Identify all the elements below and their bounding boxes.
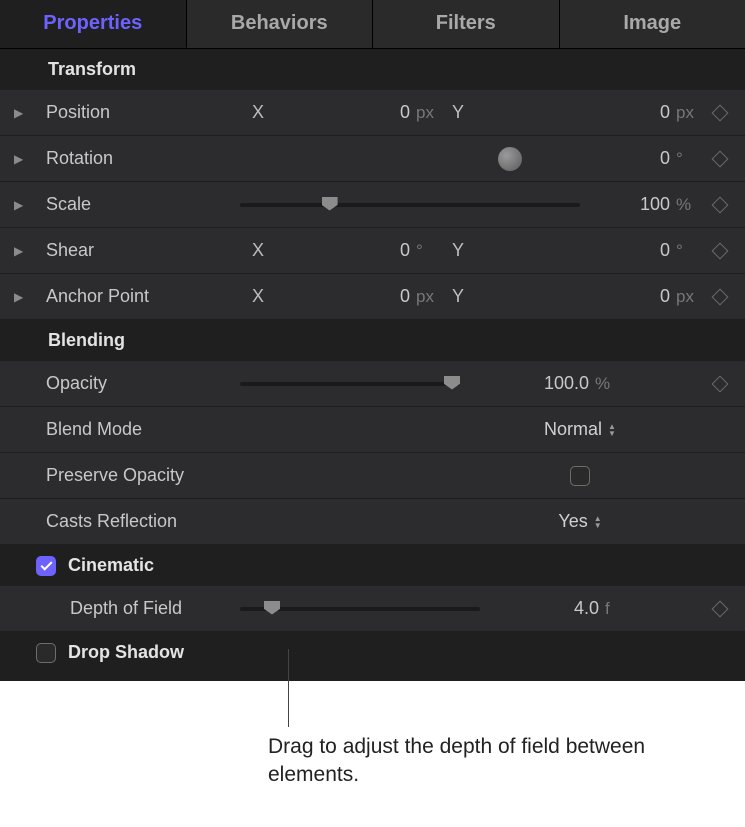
drop-shadow-label: Drop Shadow xyxy=(68,642,184,663)
axis-x-label: X xyxy=(240,240,270,261)
row-scale: ▶ Scale 100 % xyxy=(0,182,745,228)
opacity-field[interactable]: 100.0 % xyxy=(460,373,700,394)
anchor-label: Anchor Point xyxy=(40,286,240,307)
slider-thumb-icon[interactable] xyxy=(322,197,338,211)
keyframe-icon[interactable] xyxy=(712,196,729,213)
keyframe-icon[interactable] xyxy=(712,288,729,305)
slider-thumb-icon[interactable] xyxy=(264,601,280,615)
callout-annotation: Drag to adjust the depth of field betwee… xyxy=(0,681,745,801)
keyframe-icon[interactable] xyxy=(712,150,729,167)
stepper-icon: ▲▼ xyxy=(608,423,616,437)
section-drop-shadow-header: Drop Shadow xyxy=(0,632,745,673)
axis-x-label: X xyxy=(240,286,270,307)
position-label: Position xyxy=(40,102,240,123)
section-blending-header: Blending xyxy=(0,320,745,361)
preserve-opacity-label: Preserve Opacity xyxy=(40,465,240,486)
stepper-icon: ▲▼ xyxy=(594,515,602,529)
axis-y-label: Y xyxy=(440,102,470,123)
keyframe-icon[interactable] xyxy=(712,375,729,392)
scale-slider[interactable] xyxy=(240,195,580,215)
tab-image[interactable]: Image xyxy=(560,0,745,48)
shear-x-field[interactable]: 0 ° xyxy=(270,240,440,261)
axis-y-label: Y xyxy=(440,286,470,307)
scale-field[interactable]: 100 % xyxy=(580,194,700,215)
scale-label: Scale xyxy=(40,194,240,215)
keyframe-icon[interactable] xyxy=(712,104,729,121)
cinematic-label: Cinematic xyxy=(68,555,154,576)
row-opacity: Opacity 100.0 % xyxy=(0,361,745,407)
keyframe-icon[interactable] xyxy=(712,600,729,617)
axis-x-label: X xyxy=(240,102,270,123)
opacity-label: Opacity xyxy=(40,373,240,394)
callout-text: Drag to adjust the depth of field betwee… xyxy=(268,733,648,790)
keyframe-icon[interactable] xyxy=(712,242,729,259)
slider-thumb-icon[interactable] xyxy=(444,376,460,390)
row-blend-mode: Blend Mode Normal ▲▼ xyxy=(0,407,745,453)
blend-mode-label: Blend Mode xyxy=(40,419,240,440)
disclosure-icon[interactable]: ▶ xyxy=(14,198,40,212)
dof-label: Depth of Field xyxy=(40,598,240,619)
disclosure-icon[interactable]: ▶ xyxy=(14,106,40,120)
anchor-x-field[interactable]: 0 px xyxy=(270,286,440,307)
row-position: ▶ Position X 0 px Y 0 px xyxy=(0,90,745,136)
disclosure-icon[interactable]: ▶ xyxy=(14,244,40,258)
row-casts-reflection: Casts Reflection Yes ▲▼ xyxy=(0,499,745,545)
row-preserve-opacity: Preserve Opacity xyxy=(0,453,745,499)
cinematic-checkbox[interactable] xyxy=(36,556,56,576)
dof-slider[interactable] xyxy=(240,599,480,619)
axis-y-label: Y xyxy=(440,240,470,261)
rotation-field[interactable]: 0 ° xyxy=(580,148,700,169)
casts-reflection-label: Casts Reflection xyxy=(40,511,240,532)
row-rotation: ▶ Rotation 0 ° xyxy=(0,136,745,182)
rotation-dial[interactable] xyxy=(498,147,522,171)
disclosure-icon[interactable]: ▶ xyxy=(14,152,40,166)
opacity-slider[interactable] xyxy=(240,374,460,394)
shear-y-field[interactable]: 0 ° xyxy=(580,240,700,261)
section-cinematic-header: Cinematic xyxy=(0,545,745,586)
anchor-y-field[interactable]: 0 px xyxy=(580,286,700,307)
drop-shadow-checkbox[interactable] xyxy=(36,643,56,663)
tab-properties[interactable]: Properties xyxy=(0,0,187,48)
position-x-field[interactable]: 0 px xyxy=(270,102,440,123)
blend-mode-select[interactable]: Normal ▲▼ xyxy=(544,419,616,440)
tab-filters[interactable]: Filters xyxy=(373,0,560,48)
section-transform-header: Transform xyxy=(0,49,745,90)
row-shear: ▶ Shear X 0 ° Y 0 ° xyxy=(0,228,745,274)
row-anchor-point: ▶ Anchor Point X 0 px Y 0 px xyxy=(0,274,745,320)
rotation-label: Rotation xyxy=(40,148,240,169)
dof-field[interactable]: 4.0 f xyxy=(480,598,700,619)
preserve-opacity-checkbox[interactable] xyxy=(570,466,590,486)
shear-label: Shear xyxy=(40,240,240,261)
position-y-field[interactable]: 0 px xyxy=(580,102,700,123)
inspector-tabs: Properties Behaviors Filters Image xyxy=(0,0,745,49)
tab-behaviors[interactable]: Behaviors xyxy=(187,0,374,48)
row-depth-of-field: Depth of Field 4.0 f xyxy=(0,586,745,632)
casts-reflection-select[interactable]: Yes ▲▼ xyxy=(558,511,601,532)
disclosure-icon[interactable]: ▶ xyxy=(14,290,40,304)
